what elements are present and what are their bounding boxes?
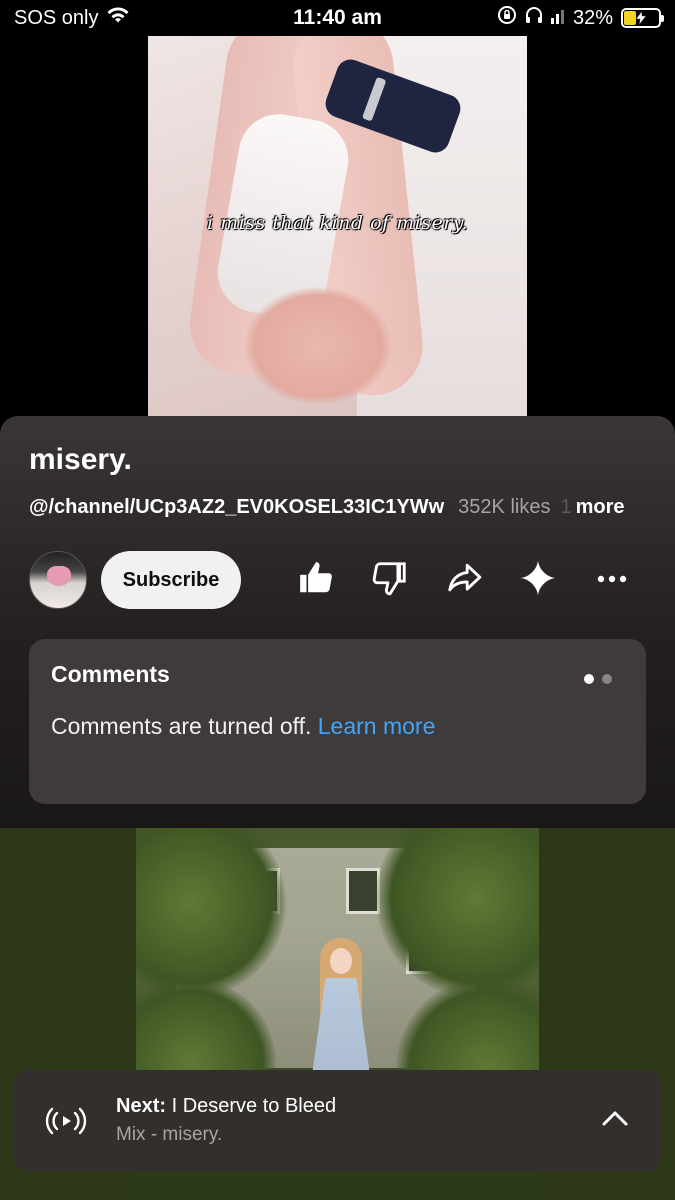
channel-row: @/channel/UCp3AZ2_EV0KOSEL33IC1YWw 352K …: [29, 496, 649, 519]
chevron-up-icon: [601, 1109, 629, 1132]
video-info-panel: misery. @/channel/UCp3AZ2_EV0KOSEL33IC1Y…: [0, 416, 675, 828]
comments-card[interactable]: Comments Comments are turned off. Learn …: [29, 639, 646, 804]
video-caption: i miss that kind of misery.: [206, 212, 469, 234]
comments-off-text: Comments are turned off.: [51, 713, 312, 739]
autoplay-icon: [44, 1099, 88, 1143]
share-icon: [444, 559, 484, 602]
share-button[interactable]: [427, 551, 501, 609]
carrier-text: SOS only: [14, 6, 99, 29]
expand-button[interactable]: [593, 1099, 637, 1143]
thumbnail-figure-face: [330, 948, 352, 974]
video-title: misery.: [29, 443, 132, 476]
wifi-icon: [106, 6, 130, 30]
headphones-icon: [525, 6, 543, 30]
learn-more-link[interactable]: Learn more: [318, 713, 436, 739]
dislike-icon: [371, 559, 409, 602]
comments-title: Comments: [51, 661, 170, 687]
avatar[interactable]: [29, 551, 87, 609]
thumbnail-window: [346, 868, 380, 914]
sparkle-icon: [519, 559, 557, 602]
battery-fill: [624, 11, 636, 25]
more-options-button[interactable]: [575, 551, 649, 609]
next-subtitle: Mix - misery.: [116, 1124, 223, 1145]
more-fade-text: 1: [560, 496, 572, 518]
subscribe-button[interactable]: Subscribe: [101, 551, 241, 609]
status-bar: SOS only 11:40 am 32%: [0, 0, 675, 36]
channel-handle[interactable]: @/channel/UCp3AZ2_EV0KOSEL33IC1YWw: [29, 496, 444, 519]
more-button[interactable]: more: [576, 496, 625, 519]
like-button[interactable]: [279, 551, 353, 609]
battery-percent: 32%: [572, 6, 613, 29]
next-up-bar[interactable]: Next: I Deserve to Bleed Mix - misery.: [14, 1070, 661, 1171]
signal-icon: [550, 7, 565, 30]
video-player[interactable]: i miss that kind of misery.: [148, 36, 527, 416]
like-icon: [297, 559, 335, 602]
more-options-icon: [596, 571, 628, 589]
next-up-title-row: Next: I Deserve to Bleed: [116, 1095, 336, 1118]
next-up-text: Next: I Deserve to Bleed Mix - misery.: [116, 1095, 336, 1146]
page-indicator: [584, 674, 612, 684]
next-label: Next:: [116, 1095, 167, 1117]
remix-button[interactable]: [501, 551, 575, 609]
action-buttons: [279, 551, 649, 609]
comments-status: Comments are turned off. Learn more: [51, 713, 435, 740]
video-figure: [243, 286, 393, 406]
rotation-lock-icon: [497, 5, 517, 31]
dislike-button[interactable]: [353, 551, 427, 609]
next-title: I Deserve to Bleed: [171, 1095, 337, 1117]
page-dot-active: [584, 674, 594, 684]
likes-count: 352K likes: [458, 496, 551, 518]
battery-icon: [621, 8, 664, 28]
page-dot: [602, 674, 612, 684]
action-row: Subscribe: [29, 550, 649, 610]
